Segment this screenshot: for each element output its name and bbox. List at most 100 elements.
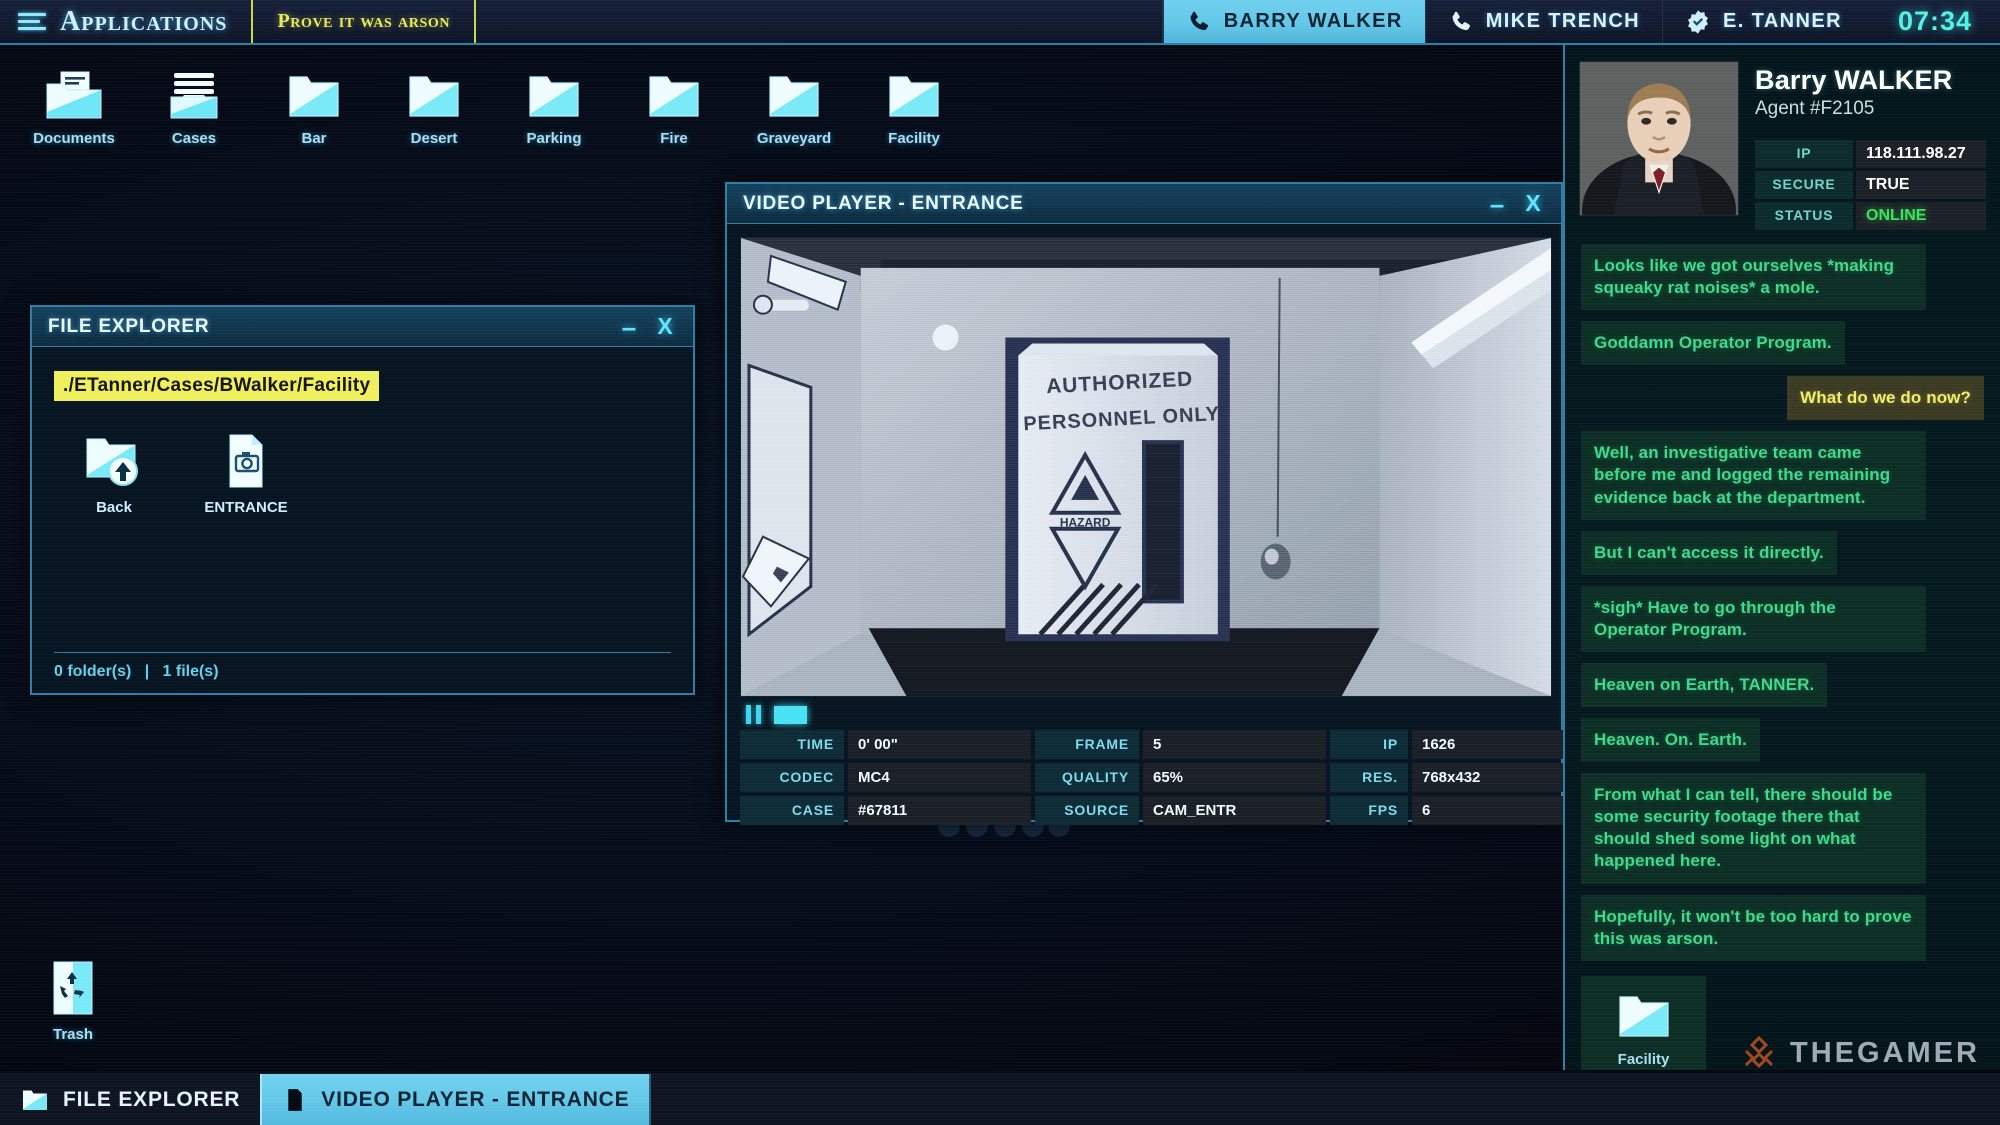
- metadata-row: CODEC MC4 QUALITY 65% RES. 768x432: [740, 763, 1567, 792]
- desktop-icon-label: Desert: [410, 130, 458, 147]
- chat-message: Hopefully, it won't be too hard to prove…: [1581, 894, 1926, 961]
- contact-tab-label: MIKE TRENCH: [1485, 10, 1641, 32]
- file-explorer-window[interactable]: FILE EXPLORER – X ./ETanner/Cases/BWalke…: [30, 305, 695, 695]
- video-playback-controls: [740, 697, 1548, 730]
- chat-message-self: What do we do now?: [1787, 376, 1984, 421]
- minimize-button[interactable]: –: [1479, 189, 1515, 219]
- status-separator: |: [144, 663, 150, 680]
- file-explorer-status-bar: 0 folder(s) | 1 file(s): [54, 652, 671, 681]
- detail-value: TRUE: [1856, 171, 1986, 199]
- metadata-key: CASE: [740, 796, 844, 825]
- agent-detail-row: SECURE TRUE: [1755, 171, 1986, 199]
- thegamer-watermark: THEGAMER: [1739, 1033, 1980, 1073]
- thegamer-logo-icon: [1744, 1035, 1774, 1069]
- desktop-icon-facility[interactable]: Facility: [854, 60, 974, 147]
- desktop-icon-label: Documents: [33, 130, 115, 147]
- desktop-icon-trash[interactable]: Trash: [18, 960, 128, 1043]
- taskbar: FILE EXPLORER VIDEO PLAYER - ENTRANCE: [0, 1073, 2000, 1125]
- folder-icon: [409, 76, 459, 117]
- status-badge: ONLINE: [1856, 202, 1986, 230]
- chat-attachment-facility[interactable]: Facility: [1581, 975, 1706, 1070]
- recycle-bin-icon: [53, 961, 93, 1015]
- cctv-footage-viewport: AUTHORIZED PERSONNEL ONLY HAZARD: [740, 237, 1552, 697]
- agent-profile: Barry WALKER Agent #F2105 IP 118.111.98.…: [1565, 45, 2000, 230]
- folder-count: 0 folder(s): [54, 663, 132, 680]
- desktop-icon-desert[interactable]: Desert: [374, 60, 494, 147]
- applications-menu-button[interactable]: Applications: [0, 0, 254, 43]
- contact-tab-mike-trench[interactable]: MIKE TRENCH: [1424, 0, 1662, 43]
- close-button[interactable]: X: [1515, 189, 1551, 219]
- metadata-key: TIME: [740, 730, 844, 759]
- metadata-cell-source: SOURCE CAM_ENTR: [1035, 796, 1326, 825]
- close-button[interactable]: X: [647, 312, 683, 342]
- agent-portrait: [1580, 62, 1738, 215]
- chat-message: Well, an investigative team came before …: [1581, 431, 1926, 520]
- taskbar-item-label: VIDEO PLAYER - ENTRANCE: [321, 1087, 630, 1111]
- video-player-title: VIDEO PLAYER - ENTRANCE: [743, 192, 1024, 214]
- desktop-icon-parking[interactable]: Parking: [494, 60, 614, 147]
- metadata-cell-fps: FPS 6: [1330, 796, 1567, 825]
- desktop-icon-bar[interactable]: Bar: [254, 60, 374, 147]
- minimize-button[interactable]: –: [611, 312, 647, 342]
- file-item-back[interactable]: Back: [54, 427, 174, 522]
- video-player-window[interactable]: VIDEO PLAYER - ENTRANCE – X AUTHORIZED P…: [725, 182, 1567, 825]
- applications-label: Applications: [60, 5, 228, 37]
- desktop-icon-graveyard[interactable]: Graveyard: [734, 60, 854, 147]
- objective-text: Prove it was arson: [277, 10, 451, 32]
- desktop-icon-label: Bar: [301, 130, 327, 147]
- top-bar: Applications Prove it was arson BARRY WA…: [0, 0, 2000, 45]
- taskbar-item-video-player[interactable]: VIDEO PLAYER - ENTRANCE: [260, 1074, 652, 1125]
- file-explorer-titlebar[interactable]: FILE EXPLORER – X: [32, 307, 693, 347]
- metadata-cell-frame: FRAME 5: [1035, 730, 1326, 759]
- metadata-value: 768x432: [1412, 763, 1567, 792]
- taskbar-item-file-explorer[interactable]: FILE EXPLORER: [0, 1074, 261, 1125]
- detail-value: 118.111.98.27: [1856, 140, 1986, 168]
- verified-badge-icon: [1688, 9, 1708, 34]
- file-path-breadcrumb[interactable]: ./ETanner/Cases/BWalker/Facility: [54, 371, 380, 401]
- contact-tab-e-tanner[interactable]: E. TANNER: [1662, 0, 1864, 43]
- metadata-cell-quality: QUALITY 65%: [1035, 763, 1326, 792]
- folder-icon: [649, 76, 699, 117]
- metadata-cell-res: RES. 768x432: [1330, 763, 1567, 792]
- svg-text:HAZARD: HAZARD: [1060, 516, 1111, 530]
- agent-detail-table: IP 118.111.98.27 SECURE TRUE STATUS ONLI…: [1755, 140, 1986, 230]
- stop-icon[interactable]: [774, 705, 807, 724]
- agent-info: Barry WALKER Agent #F2105 IP 118.111.98.…: [1755, 61, 1986, 230]
- metadata-cell-time: TIME 0' 00": [740, 730, 1031, 759]
- file-explorer-title: FILE EXPLORER: [48, 315, 210, 337]
- file-item-label: ENTRANCE: [204, 499, 288, 516]
- video-metadata-table: TIME 0' 00" FRAME 5 IP 1626 CODEC MC4 QU…: [740, 730, 1567, 825]
- folder-icon: [769, 76, 819, 117]
- clock-text: 07:34: [1897, 6, 1972, 36]
- metadata-value: MC4: [848, 763, 1031, 792]
- watermark-text: THEGAMER: [1790, 1036, 1980, 1069]
- folder-icon: [1618, 996, 1669, 1037]
- contact-tab-barry-walker[interactable]: BARRY WALKER: [1163, 0, 1425, 43]
- folder-icon: [529, 76, 579, 117]
- metadata-value: #67811: [848, 796, 1031, 825]
- metadata-row: CASE #67811 SOURCE CAM_ENTR FPS 6: [740, 796, 1567, 825]
- topbar-spacer: [476, 0, 1164, 43]
- contact-tab-label: BARRY WALKER: [1223, 10, 1403, 32]
- desktop-icon-label: Facility: [888, 130, 940, 147]
- attachment-label: Facility: [1617, 1050, 1670, 1068]
- pause-icon[interactable]: [746, 705, 761, 724]
- folder-up-icon: [86, 438, 138, 486]
- metadata-key: RES.: [1330, 763, 1408, 792]
- chat-thread: Looks like we got ourselves *making sque…: [1565, 230, 2000, 1070]
- metadata-key: FRAME: [1035, 730, 1139, 759]
- metadata-cell-codec: CODEC MC4: [740, 763, 1031, 792]
- desktop-icon-documents[interactable]: Documents: [14, 60, 134, 147]
- desktop-icon-label: Cases: [171, 130, 217, 147]
- desktop-icon-label: Graveyard: [756, 130, 832, 147]
- video-player-body: AUTHORIZED PERSONNEL ONLY HAZARD TIME 0'…: [727, 224, 1567, 838]
- metadata-key: CODEC: [740, 763, 844, 792]
- file-item-entrance[interactable]: ENTRANCE: [186, 427, 306, 522]
- metadata-value: 65%: [1143, 763, 1326, 792]
- video-player-titlebar[interactable]: VIDEO PLAYER - ENTRANCE – X: [727, 184, 1561, 224]
- desktop-icon-cases[interactable]: Cases: [134, 60, 254, 147]
- detail-key: STATUS: [1755, 202, 1853, 230]
- desktop-icon-fire[interactable]: Fire: [614, 60, 734, 147]
- metadata-key: SOURCE: [1035, 796, 1139, 825]
- file-list: Back ENTRANCE: [54, 427, 671, 522]
